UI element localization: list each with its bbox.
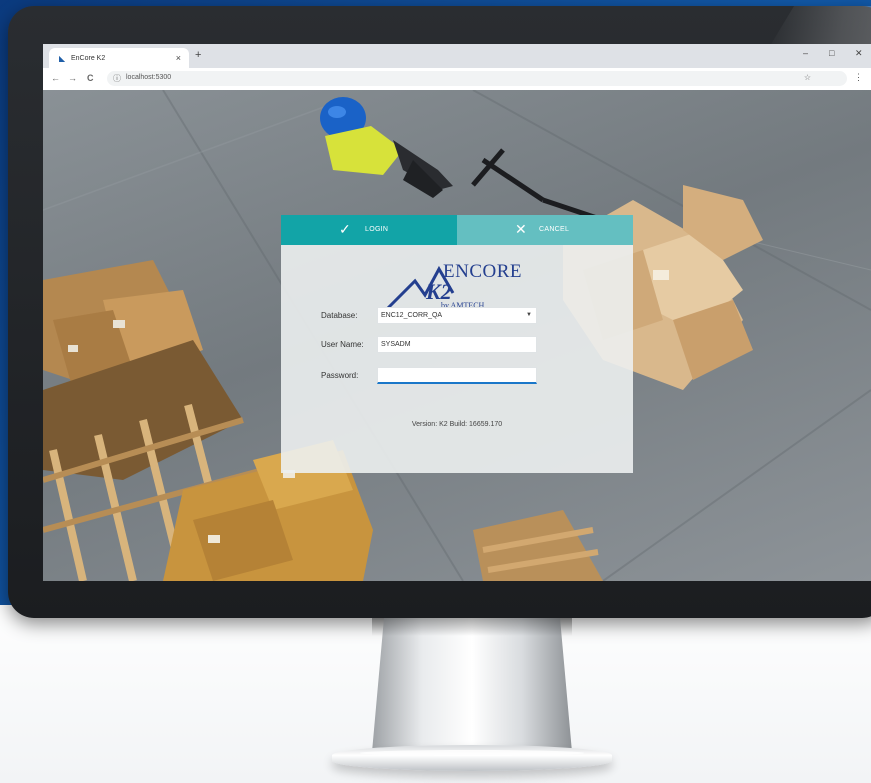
url-text: localhost:5300 [126, 74, 172, 81]
maximize-button[interactable]: □ [829, 48, 834, 58]
worker-figure [320, 97, 453, 198]
close-window-button[interactable]: ✕ [855, 48, 863, 59]
browser-tab-strip: ◣ EnCore K2 × + – □ ✕ [43, 44, 871, 68]
login-dialog: ✓ LOGIN ✕ CANCEL ENCORE K2 by AMTECH Dat… [281, 215, 633, 473]
username-value: SYSADM [381, 341, 411, 348]
new-tab-button[interactable]: + [195, 49, 201, 61]
back-button[interactable]: ← [51, 73, 60, 83]
chevron-down-icon[interactable]: ▼ [526, 312, 532, 318]
tab-close-icon[interactable]: × [176, 53, 181, 63]
monitor-stand-base [332, 745, 612, 771]
login-button[interactable]: ✓ LOGIN [281, 215, 457, 245]
monitor-screen: ◣ EnCore K2 × + – □ ✕ ← → C ⓘ localhost:… [43, 44, 871, 581]
password-field[interactable] [377, 367, 537, 384]
username-label: User Name: [321, 340, 364, 349]
close-icon: ✕ [515, 221, 527, 237]
monitor-stand-neck [372, 618, 572, 752]
kebab-menu-icon[interactable]: ⋮ [854, 72, 863, 83]
star-icon[interactable]: ☆ [804, 73, 811, 82]
info-icon[interactable]: ⓘ [113, 73, 121, 84]
forward-button[interactable]: → [68, 73, 77, 83]
username-field[interactable]: SYSADM [377, 336, 537, 353]
database-value: ENC12_CORR_QA [381, 312, 443, 319]
check-icon: ✓ [339, 221, 351, 237]
password-label: Password: [321, 371, 359, 380]
login-button-label: LOGIN [365, 226, 389, 233]
version-text: Version: K2 Build: 16659.170 [411, 421, 503, 428]
encore-favicon-icon: ◣ [59, 54, 66, 63]
logo-brand-text: ENCORE [443, 261, 522, 282]
reload-button[interactable]: C [87, 73, 94, 83]
pallet-jack [471, 148, 604, 223]
database-select[interactable]: ENC12_CORR_QA ▼ [377, 307, 537, 324]
cancel-button-label: CANCEL [539, 226, 570, 233]
tab-title: EnCore K2 [71, 55, 106, 62]
database-label: Database: [321, 311, 358, 320]
cancel-button[interactable]: ✕ CANCEL [457, 215, 633, 245]
address-bar[interactable]: ⓘ localhost:5300 ☆ [107, 71, 847, 86]
browser-tab[interactable]: ◣ EnCore K2 × [49, 48, 189, 68]
minimize-button[interactable]: – [803, 48, 808, 58]
warehouse-background: ✓ LOGIN ✕ CANCEL ENCORE K2 by AMTECH Dat… [43, 90, 871, 581]
stand-base-highlight [360, 750, 584, 756]
browser-toolbar: ← → C ⓘ localhost:5300 ☆ ⋮ [43, 68, 871, 91]
stand-shadow [372, 618, 572, 636]
